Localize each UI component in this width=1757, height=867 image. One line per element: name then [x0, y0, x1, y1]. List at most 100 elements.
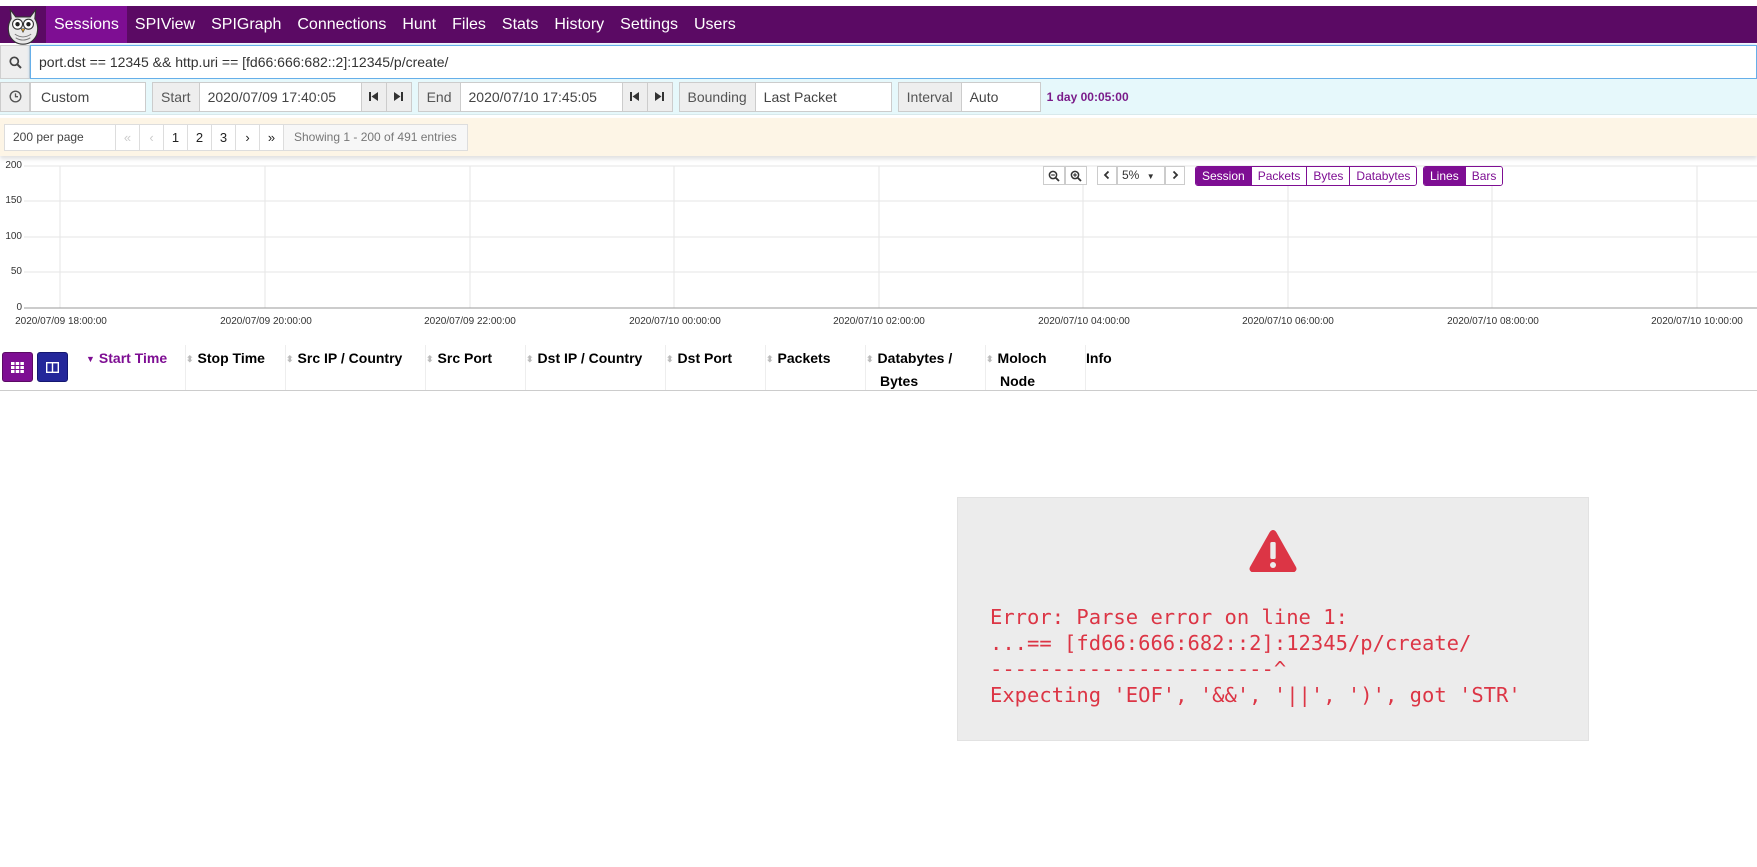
interval-select[interactable]: Auto [961, 81, 1041, 112]
sort-icon: ⬍ [426, 354, 434, 364]
zoom-percent-value: 5% [1122, 168, 1140, 182]
nav-stats[interactable]: Stats [494, 6, 546, 43]
graph-type-databytes[interactable]: Databytes [1349, 167, 1417, 185]
page-prev[interactable]: ‹ [140, 123, 164, 151]
time-range-select[interactable]: Custom [30, 81, 146, 112]
error-panel: Error: Parse error on line 1: ...== [fd66… [957, 497, 1589, 741]
col-label: Dst IP / Country [537, 350, 643, 366]
zoom-in-icon[interactable] [1065, 166, 1087, 185]
graph-type-toggle: Session Packets Bytes Databytes [1195, 166, 1418, 186]
caret-down-icon: ▼ [1146, 172, 1155, 181]
col-dst-ip[interactable]: ⬍ Dst IP / Country [526, 345, 666, 390]
error-line: -----------------------^ [990, 657, 1287, 681]
y-tick-100: 100 [5, 231, 22, 242]
col-label: Stop Time [197, 350, 265, 366]
page-first[interactable]: « [116, 123, 140, 151]
x-tick-label: 2020/07/10 00:00:00 [629, 316, 721, 327]
owl-logo-icon[interactable] [0, 6, 46, 45]
sort-icon: ⬍ [186, 354, 194, 364]
page-1[interactable]: 1 [164, 123, 188, 151]
search-icon [0, 45, 30, 79]
end-last-icon[interactable] [647, 81, 673, 112]
end-time-input[interactable]: 2020/07/10 17:45:05 [460, 81, 623, 112]
col-src-ip[interactable]: ⬍ Src IP / Country [286, 345, 426, 390]
x-tick-label: 2020/07/09 18:00:00 [15, 316, 107, 327]
graph-type-bytes[interactable]: Bytes [1306, 167, 1350, 185]
graph-type-session[interactable]: Session [1196, 167, 1251, 185]
pan-right-icon[interactable] [1165, 166, 1185, 185]
x-tick-label: 2020/07/10 10:00:00 [1651, 316, 1743, 327]
col-info[interactable]: Info [1086, 345, 1166, 390]
col-databytes[interactable]: ⬍ Databytes / Bytes [866, 345, 986, 390]
per-page-select[interactable]: 200 per page [4, 123, 116, 151]
col-stop-time[interactable]: ⬍ Stop Time [186, 345, 286, 390]
clock-icon [0, 81, 30, 112]
sort-icon: ⬍ [286, 354, 294, 364]
start-time-input[interactable]: 2020/07/09 17:40:05 [199, 81, 362, 112]
nav-connections[interactable]: Connections [289, 6, 394, 43]
x-tick-label: 2020/07/10 06:00:00 [1242, 316, 1334, 327]
sort-icon: ⬍ [766, 354, 774, 364]
nav-files[interactable]: Files [444, 6, 494, 43]
nav-settings[interactable]: Settings [612, 6, 686, 43]
page-2[interactable]: 2 [188, 123, 212, 151]
col-label: Dst Port [677, 350, 732, 366]
x-tick-label: 2020/07/10 04:00:00 [1038, 316, 1130, 327]
sessions-graph [24, 165, 1757, 309]
col-start-time[interactable]: ▼ Start Time [86, 345, 186, 390]
col-label: Src IP / Country [297, 350, 403, 366]
error-line: Error: Parse error on line 1: [990, 605, 1348, 629]
graph-type-packets[interactable]: Packets [1250, 167, 1307, 185]
zoom-out-icon[interactable] [1043, 166, 1065, 185]
page-3[interactable]: 3 [212, 123, 236, 151]
sort-icon: ⬍ [526, 354, 534, 364]
x-tick-label: 2020/07/09 22:00:00 [424, 316, 516, 327]
y-tick-200: 200 [5, 160, 22, 171]
interval-label: Interval [897, 81, 962, 112]
page-next[interactable]: › [236, 123, 260, 151]
col-src-port[interactable]: ⬍ Src Port [426, 345, 526, 390]
end-first-icon[interactable] [622, 81, 648, 112]
start-label: Start [152, 81, 200, 112]
col-moloch-node[interactable]: ⬍ Moloch Node [986, 345, 1086, 390]
sort-icon: ⬍ [666, 354, 674, 364]
y-tick-0: 0 [16, 302, 22, 313]
col-packets[interactable]: ⬍ Packets [766, 345, 866, 390]
x-tick-label: 2020/07/09 20:00:00 [220, 316, 312, 327]
time-duration: 1 day 00:05:00 [1046, 89, 1129, 104]
nav-history[interactable]: History [546, 6, 612, 43]
pan-left-icon[interactable] [1097, 166, 1117, 185]
error-line: Expecting 'EOF', '&&', '||', ')', got 'S… [990, 683, 1521, 707]
graph-style-lines[interactable]: Lines [1424, 167, 1465, 185]
nav-sessions[interactable]: Sessions [46, 6, 127, 43]
pagination-bar: 200 per page « ‹ 1 2 3 › » Showing 1 - 2… [0, 118, 1757, 156]
page-last[interactable]: » [260, 123, 284, 151]
col-label: Databytes / Bytes [877, 350, 953, 389]
y-tick-50: 50 [10, 266, 22, 277]
search-input[interactable] [30, 45, 1757, 79]
bounding-select[interactable]: Last Packet [755, 81, 892, 112]
x-tick-label: 2020/07/10 02:00:00 [833, 316, 925, 327]
bounding-label: Bounding [678, 81, 756, 112]
nav-users[interactable]: Users [686, 6, 744, 43]
sort-icon: ⬍ [986, 354, 994, 364]
start-first-icon[interactable] [361, 81, 387, 112]
nav-spiview[interactable]: SPIView [127, 6, 203, 43]
col-label: Info [1086, 350, 1112, 366]
error-message: Error: Parse error on line 1: ...== [fd66… [990, 604, 1521, 708]
zoom-percent-select[interactable]: 5% ▼ [1117, 166, 1165, 185]
graph-style-bars[interactable]: Bars [1464, 167, 1503, 185]
graph-style-toggle: Lines Bars [1423, 166, 1504, 186]
nav-spigraph[interactable]: SPIGraph [203, 6, 289, 43]
nav-hunt[interactable]: Hunt [394, 6, 444, 43]
col-label: Src Port [437, 350, 493, 366]
error-line: ...== [fd66:666:682::2]:12345/p/create/ [990, 631, 1472, 655]
sessions-table-header: ▼ Start Time ⬍ Stop Time ⬍ Src IP / Country… [0, 345, 1757, 391]
entries-info: Showing 1 - 200 of 491 entries [284, 123, 468, 151]
col-label: Packets [777, 350, 831, 366]
col-label: Moloch Node [997, 350, 1047, 389]
time-range-bar: Custom Start 2020/07/09 17:40:05 End 202… [0, 79, 1757, 115]
search-bar [0, 45, 1757, 79]
start-last-icon[interactable] [386, 81, 412, 112]
col-dst-port[interactable]: ⬍ Dst Port [666, 345, 766, 390]
